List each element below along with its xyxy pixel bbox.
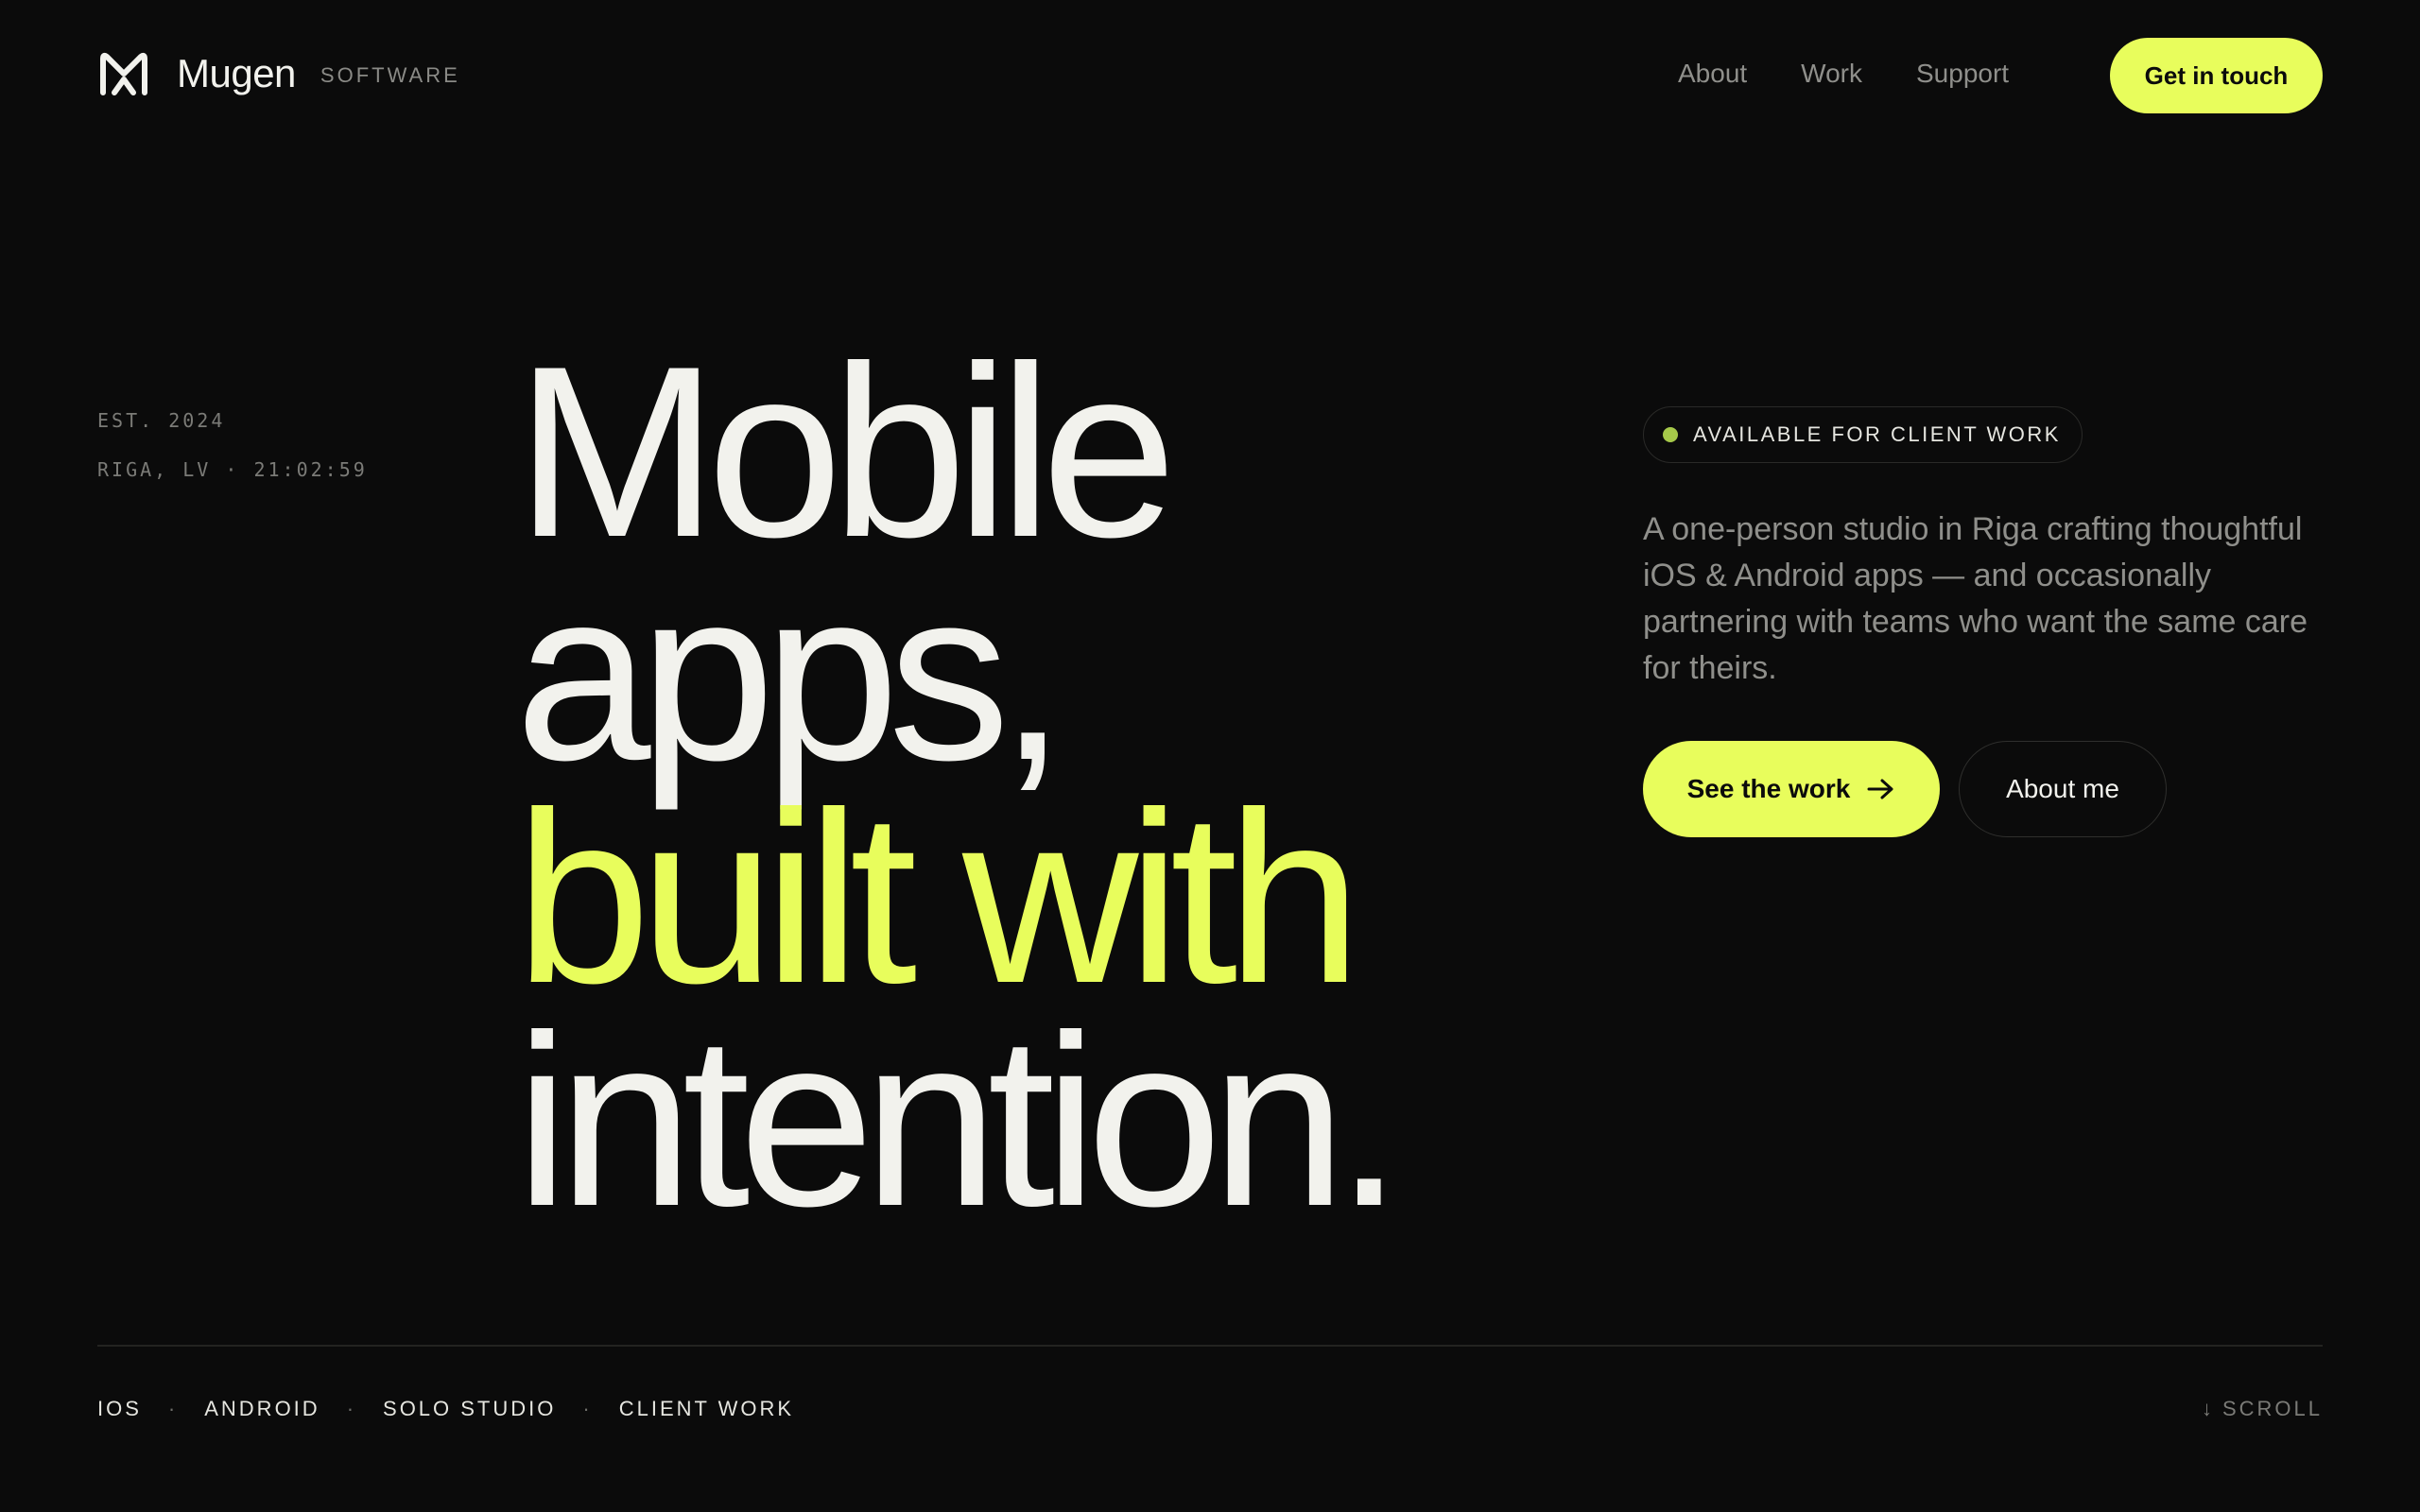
see-the-work-button[interactable]: See the work — [1643, 741, 1940, 837]
brand-name: Mugen — [177, 51, 296, 95]
about-me-button[interactable]: About me — [1959, 741, 2167, 837]
scroll-indicator[interactable]: ↓ SCROLL — [2202, 1397, 2323, 1421]
availability-label: AVAILABLE FOR CLIENT WORK — [1693, 422, 2061, 446]
brand-subtitle: SOFTWARE — [320, 63, 460, 87]
main-nav: About Work Support — [1678, 59, 2009, 89]
tag-separator: · — [167, 1397, 179, 1420]
arrow-down-icon: ↓ — [2201, 1397, 2215, 1420]
footer-divider — [97, 1345, 2323, 1347]
get-in-touch-button[interactable]: Get in touch — [2110, 38, 2323, 113]
studio-meta: EST. 2024 RIGA, LV · 21:02:59 — [97, 409, 368, 507]
brand[interactable]: Mugen SOFTWARE — [97, 49, 460, 98]
nav-link-support[interactable]: Support — [1916, 59, 2009, 89]
nav-link-work[interactable]: Work — [1801, 59, 1862, 89]
location-time-label: RIGA, LV · 21:02:59 — [97, 458, 368, 481]
tag-ios: IOS — [97, 1397, 142, 1420]
headline-line-2: apps, — [515, 538, 1066, 811]
status-dot-icon — [1663, 427, 1678, 442]
established-label: EST. 2024 — [97, 409, 226, 432]
site-header: Mugen SOFTWARE About Work Support Get in… — [0, 0, 2420, 151]
scroll-label: SCROLL — [2221, 1397, 2323, 1420]
mugen-m-logo-icon — [100, 52, 147, 95]
headline-line-3-accent: built with — [515, 761, 1362, 1034]
tag-android: ANDROID — [204, 1397, 320, 1420]
service-tags: IOS · ANDROID · SOLO STUDIO · CLIENT WOR… — [97, 1397, 794, 1421]
availability-badge: AVAILABLE FOR CLIENT WORK — [1643, 406, 2083, 463]
tag-solo-studio: SOLO STUDIO — [383, 1397, 557, 1420]
studio-description: A one-person studio in Riga crafting tho… — [1643, 511, 2308, 686]
page: Mugen SOFTWARE About Work Support Get in… — [0, 0, 2420, 1512]
hero-headline: Mobile apps, built with intention. — [515, 315, 1403, 1257]
tag-separator: · — [346, 1397, 357, 1420]
headline-line-4: intention. — [515, 984, 1403, 1257]
nav-link-about[interactable]: About — [1678, 59, 1747, 89]
tag-client-work: CLIENT WORK — [618, 1397, 795, 1420]
headline-line-1: Mobile — [515, 315, 1177, 588]
tag-separator: · — [582, 1397, 593, 1420]
see-the-work-label: See the work — [1686, 774, 1851, 803]
arrow-right-icon — [1867, 779, 1893, 799]
